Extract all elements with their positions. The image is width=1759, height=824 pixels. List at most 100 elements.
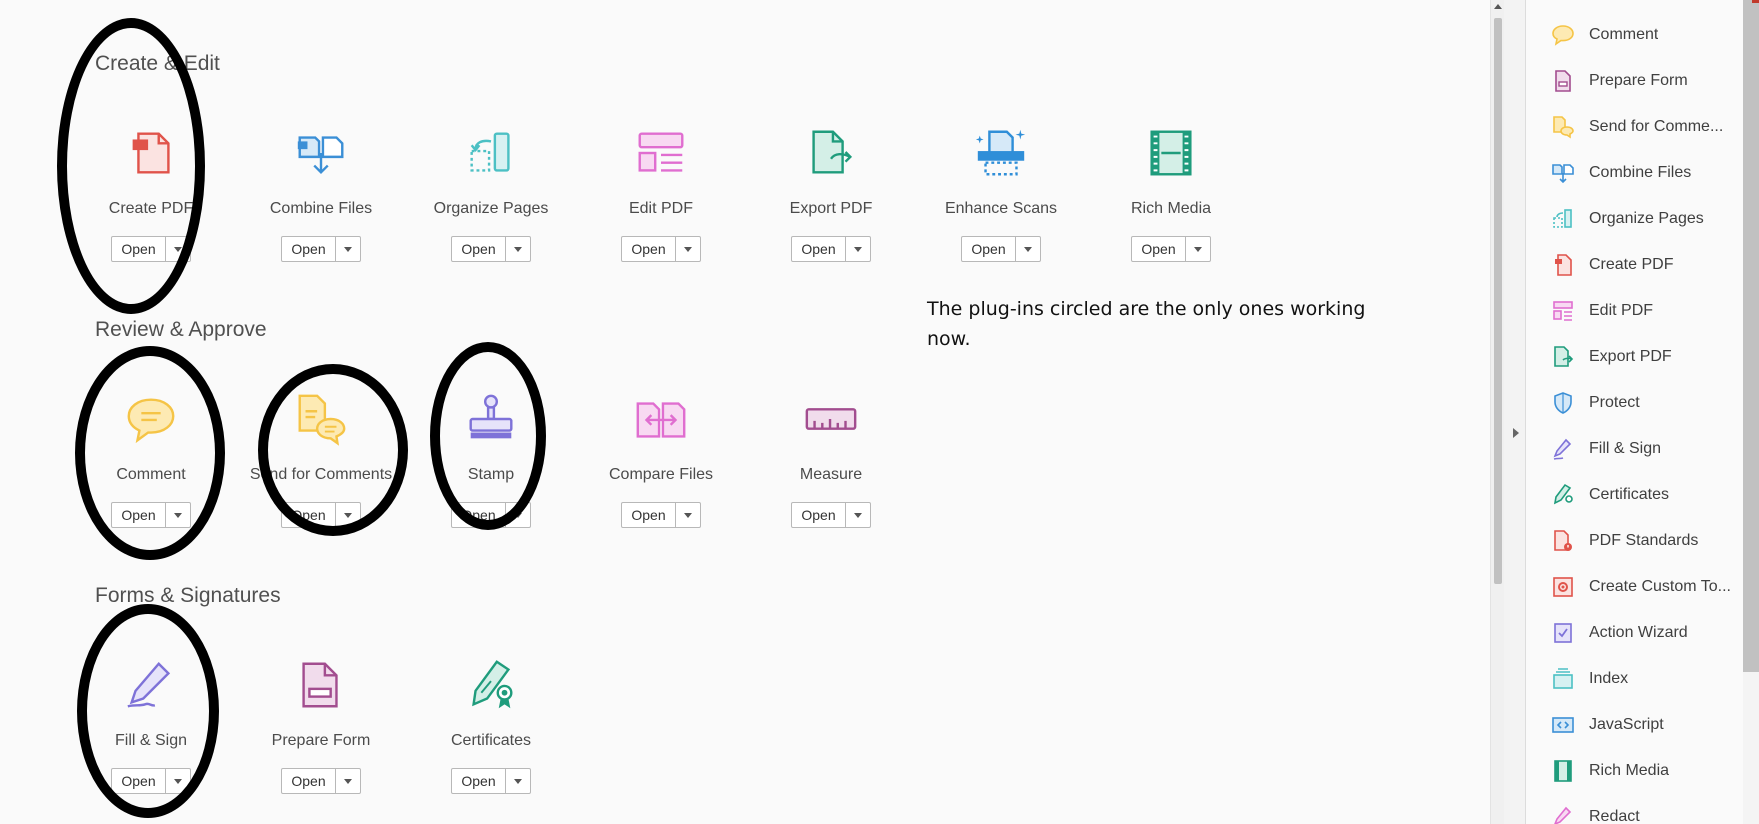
- tool-stamp[interactable]: Stamp Open: [406, 386, 576, 528]
- dropdown-button[interactable]: [846, 237, 870, 261]
- open-control: Open: [961, 236, 1041, 262]
- create-pdf-icon[interactable]: [118, 120, 184, 186]
- open-button[interactable]: Open: [792, 237, 846, 261]
- tool-certificates[interactable]: Certificates Open: [406, 652, 576, 794]
- tool-compare-files[interactable]: Compare Files Open: [576, 386, 746, 528]
- scroll-up-arrow-icon[interactable]: [1494, 4, 1502, 9]
- pane-item-combine-files[interactable]: Combine Files: [1527, 150, 1737, 196]
- pane-item-rich-media[interactable]: Rich Media: [1527, 748, 1737, 794]
- scrollbar-thumb[interactable]: [1494, 18, 1502, 584]
- open-button[interactable]: Open: [282, 237, 336, 261]
- dropdown-button[interactable]: [506, 769, 530, 793]
- edit-pdf-icon[interactable]: [628, 120, 694, 186]
- tool-export-pdf[interactable]: Export PDF Open: [746, 120, 916, 262]
- pane-item-prepare-form[interactable]: Prepare Form: [1527, 58, 1737, 104]
- measure-icon[interactable]: [798, 386, 864, 452]
- tool-edit-pdf[interactable]: Edit PDF Open: [576, 120, 746, 262]
- send-for-comments-icon[interactable]: [288, 386, 354, 452]
- dropdown-button[interactable]: [1186, 237, 1210, 261]
- pane-item-create-pdf[interactable]: Create PDF: [1527, 242, 1737, 288]
- pane-item-certificates[interactable]: Certificates: [1527, 472, 1737, 518]
- tool-prepare-form[interactable]: Prepare Form Open: [236, 652, 406, 794]
- pane-item-export-pdf[interactable]: Export PDF: [1527, 334, 1737, 380]
- pane-item-fill-sign[interactable]: Fill & Sign: [1527, 426, 1737, 472]
- combine-files-icon[interactable]: [288, 120, 354, 186]
- chevron-down-icon: [514, 246, 522, 252]
- open-button[interactable]: Open: [282, 769, 336, 793]
- dropdown-button[interactable]: [166, 503, 190, 527]
- dropdown-button[interactable]: [676, 503, 700, 527]
- collapse-pane-icon[interactable]: [1513, 428, 1519, 438]
- pane-item-javascript[interactable]: JavaScript: [1527, 702, 1737, 748]
- dropdown-button[interactable]: [1016, 237, 1040, 261]
- open-button[interactable]: Open: [792, 503, 846, 527]
- open-button[interactable]: Open: [452, 237, 506, 261]
- open-button[interactable]: Open: [452, 769, 506, 793]
- main-scrollbar[interactable]: [1490, 0, 1504, 824]
- compare-files-icon[interactable]: [628, 386, 694, 452]
- dropdown-button[interactable]: [676, 237, 700, 261]
- dropdown-button[interactable]: [336, 503, 360, 527]
- open-button[interactable]: Open: [282, 503, 336, 527]
- open-control: Open: [621, 502, 701, 528]
- tool-rich-media[interactable]: Rich Media Open: [1086, 120, 1256, 262]
- fill-sign-icon[interactable]: [118, 652, 184, 718]
- pane-item-comment[interactable]: Comment: [1527, 12, 1737, 58]
- tool-create-pdf[interactable]: Create PDF Open: [66, 120, 236, 262]
- open-button[interactable]: Open: [1132, 237, 1186, 261]
- open-button[interactable]: Open: [112, 237, 166, 261]
- section-title-review-approve: Review & Approve: [95, 318, 267, 341]
- tool-label: Compare Files: [608, 466, 714, 483]
- tool-organize-pages[interactable]: Organize Pages Open: [406, 120, 576, 262]
- tool-send-for-comments[interactable]: Send for Comments Open: [236, 386, 406, 528]
- tools-pane-scrollbar-thumb[interactable]: [1743, 0, 1759, 672]
- prepare-form-icon[interactable]: [288, 652, 354, 718]
- tool-fill-sign[interactable]: Fill & Sign Open: [66, 652, 236, 794]
- dropdown-button[interactable]: [336, 769, 360, 793]
- pane-item-label: Organize Pages: [1589, 210, 1704, 227]
- pane-item-create-custom-tool[interactable]: Create Custom To...: [1527, 564, 1737, 610]
- pane-item-send-for-comments[interactable]: Send for Comme...: [1527, 104, 1737, 150]
- tool-enhance-scans[interactable]: Enhance Scans Open: [916, 120, 1086, 262]
- open-button[interactable]: Open: [962, 237, 1016, 261]
- pane-item-action-wizard[interactable]: Action Wizard: [1527, 610, 1737, 656]
- dropdown-button[interactable]: [506, 237, 530, 261]
- pane-item-redact[interactable]: Redact: [1527, 794, 1737, 824]
- stamp-icon[interactable]: [458, 386, 524, 452]
- tool-comment[interactable]: Comment Open: [66, 386, 236, 528]
- chevron-down-icon: [344, 512, 352, 518]
- open-button[interactable]: Open: [452, 503, 506, 527]
- open-button[interactable]: Open: [622, 503, 676, 527]
- open-button[interactable]: Open: [622, 237, 676, 261]
- dropdown-button[interactable]: [506, 503, 530, 527]
- pane-divider[interactable]: [1504, 0, 1526, 824]
- dropdown-button[interactable]: [166, 237, 190, 261]
- dropdown-button[interactable]: [166, 769, 190, 793]
- pane-item-edit-pdf[interactable]: Edit PDF: [1527, 288, 1737, 334]
- pane-item-organize-pages[interactable]: Organize Pages: [1527, 196, 1737, 242]
- open-control: Open: [621, 236, 701, 262]
- open-button[interactable]: Open: [112, 769, 166, 793]
- tools-pane-scrollbar[interactable]: [1743, 0, 1759, 824]
- pane-item-index[interactable]: Index: [1527, 656, 1737, 702]
- open-button[interactable]: Open: [112, 503, 166, 527]
- certificates-icon[interactable]: [458, 652, 524, 718]
- organize-pages-icon[interactable]: [458, 120, 524, 186]
- export-pdf-icon[interactable]: [798, 120, 864, 186]
- pane-item-pdf-standards[interactable]: PDF Standards: [1527, 518, 1737, 564]
- chevron-down-icon: [174, 778, 182, 784]
- pdf-standards-icon: [1551, 529, 1575, 553]
- tool-combine-files[interactable]: Combine Files Open: [236, 120, 406, 262]
- enhance-scans-icon[interactable]: [968, 120, 1034, 186]
- rich-media-icon[interactable]: [1138, 120, 1204, 186]
- dropdown-button[interactable]: [336, 237, 360, 261]
- pane-item-protect[interactable]: Protect: [1527, 380, 1737, 426]
- comment-icon[interactable]: [118, 386, 184, 452]
- tool-measure[interactable]: Measure Open: [746, 386, 916, 528]
- combine-files-icon: [1551, 161, 1575, 185]
- pane-item-label: Combine Files: [1589, 164, 1692, 181]
- rich-media-icon: [1551, 759, 1575, 783]
- tools-center: Create & Edit Create PDF Open Combine Fi…: [0, 0, 1490, 824]
- chevron-down-icon: [1194, 246, 1202, 252]
- dropdown-button[interactable]: [846, 503, 870, 527]
